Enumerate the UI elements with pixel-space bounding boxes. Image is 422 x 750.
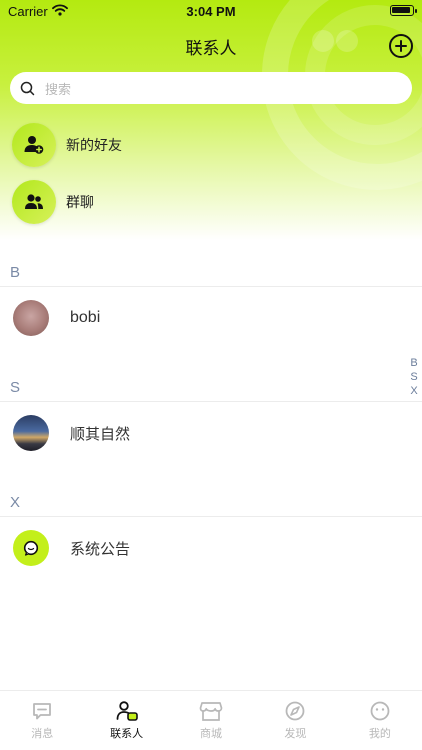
page-title: 联系人: [185, 39, 237, 59]
search-icon: [20, 81, 35, 95]
status-time: 3:04 PM: [186, 4, 236, 19]
section-header-s: S: [0, 374, 422, 402]
contacts-icon: [116, 701, 138, 721]
index-letter[interactable]: B: [410, 356, 417, 370]
avatar: [13, 300, 49, 336]
group-chat-label: 群聊: [66, 195, 94, 211]
tab-store[interactable]: 商城: [169, 691, 253, 750]
new-friends-label: 新的好友: [66, 138, 122, 154]
add-contact-button[interactable]: [389, 34, 413, 58]
face-icon: [370, 701, 390, 721]
tab-label: 我的: [368, 727, 391, 740]
new-friends-entry[interactable]: 新的好友: [12, 123, 122, 167]
add-friend-icon: [12, 123, 56, 167]
tab-discover[interactable]: 发现: [253, 691, 337, 750]
tab-bar: 消息 联系人 商城 发现 我的: [0, 690, 422, 750]
section-header-x: X: [0, 489, 422, 517]
message-icon: [33, 703, 52, 720]
tab-label: 商城: [200, 727, 223, 740]
search-input[interactable]: 搜索: [10, 72, 412, 104]
tab-label: 联系人: [110, 727, 144, 740]
contact-name: bobi: [70, 309, 101, 326]
avatar: [13, 415, 49, 451]
search-placeholder: 搜索: [45, 82, 72, 98]
plus-icon: [395, 40, 407, 52]
index-letter[interactable]: X: [410, 384, 417, 398]
alphabet-index[interactable]: B S X: [406, 356, 422, 398]
index-letter[interactable]: S: [410, 370, 417, 384]
compass-icon: [286, 701, 305, 721]
battery-icon: [390, 5, 417, 16]
contact-name: 系统公告: [70, 539, 131, 558]
tab-messages[interactable]: 消息: [0, 691, 84, 750]
group-chat-entry[interactable]: 群聊: [12, 180, 94, 224]
tab-mine[interactable]: 我的: [338, 691, 422, 750]
section-header-b: B: [0, 259, 422, 287]
contact-row-bobi[interactable]: bobi: [13, 300, 100, 336]
group-icon: [12, 180, 56, 224]
contact-row-shunqiziran[interactable]: 顺其自然: [13, 415, 130, 451]
status-bar: Carrier 3:04 PM: [0, 0, 422, 22]
chat-bubble-icon: [13, 530, 49, 566]
contact-name: 顺其自然: [70, 424, 131, 443]
tab-label: 发现: [284, 727, 307, 740]
tab-label: 消息: [31, 727, 54, 740]
store-icon: [199, 702, 223, 721]
contact-row-system-notice[interactable]: 系统公告: [13, 530, 130, 566]
tab-contacts[interactable]: 联系人: [84, 691, 168, 750]
